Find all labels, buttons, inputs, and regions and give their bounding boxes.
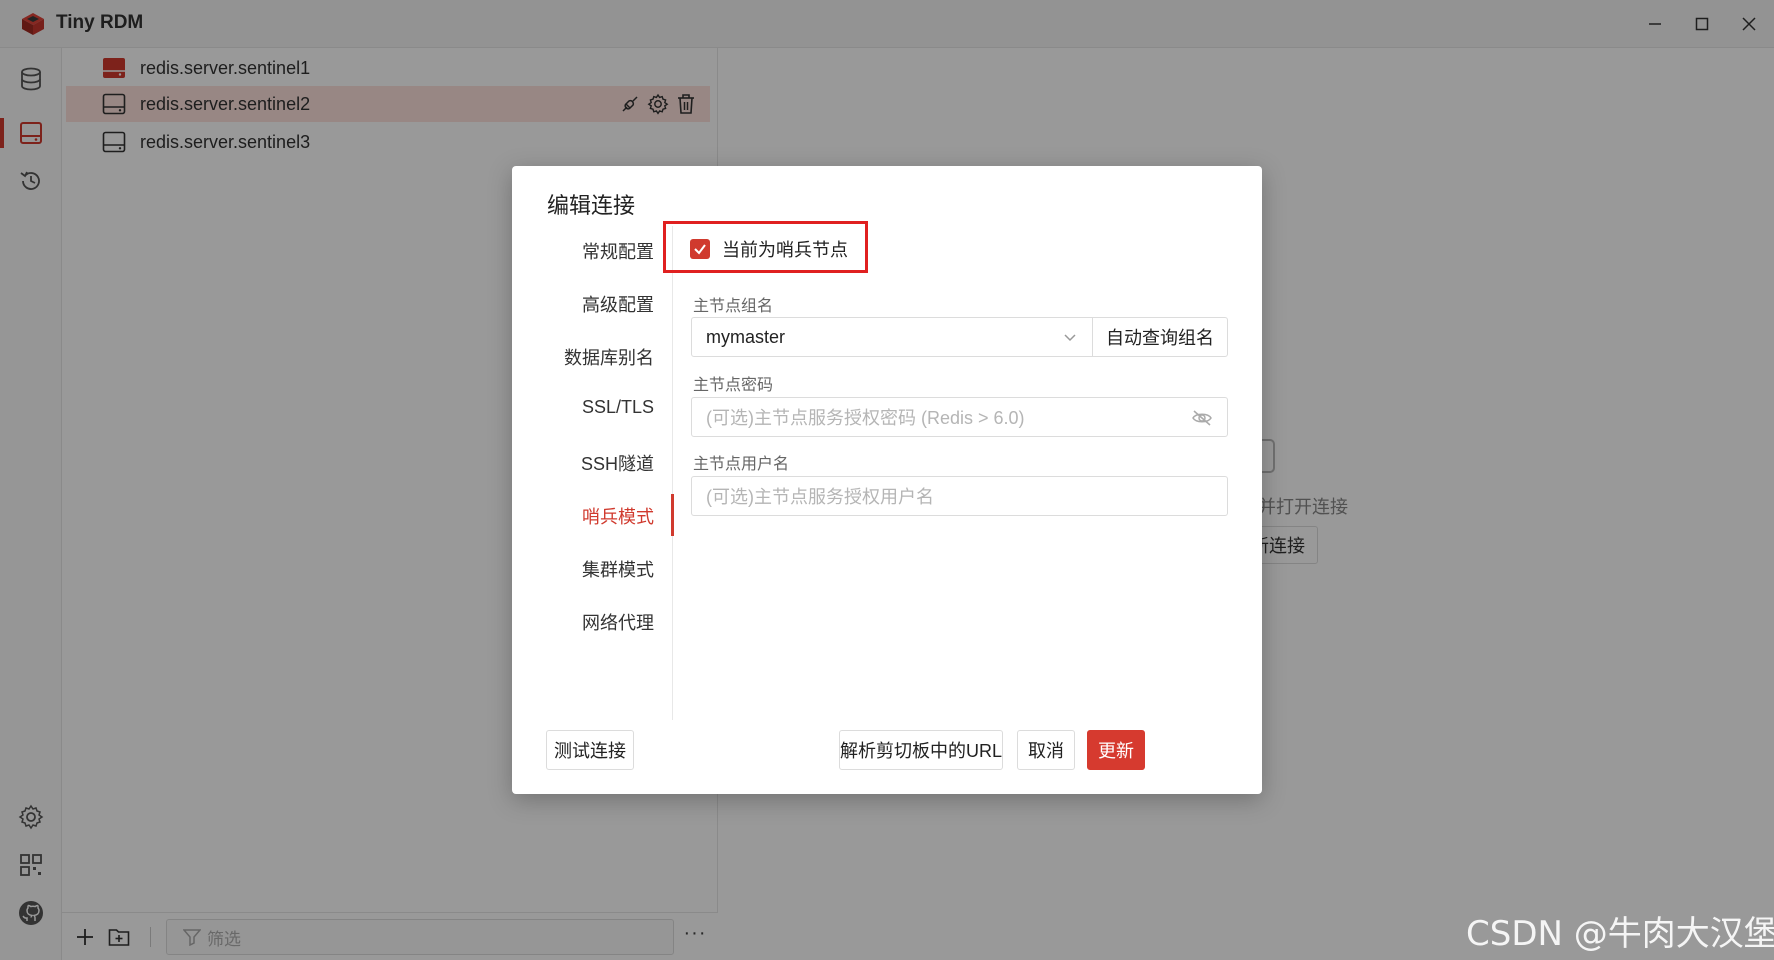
master-password-input[interactable]: (可选)主节点服务授权密码 (Redis > 6.0) bbox=[691, 397, 1228, 437]
eye-off-icon[interactable] bbox=[1191, 408, 1213, 428]
sentinel-checkbox[interactable]: 当前为哨兵节点 bbox=[690, 236, 848, 262]
master-password-label: 主节点密码 bbox=[693, 377, 774, 394]
watermark: CSDN @牛肉大汉堡 bbox=[1466, 914, 1774, 954]
master-group-select[interactable]: mymaster bbox=[691, 317, 1093, 357]
tab-proxy[interactable]: 网络代理 bbox=[582, 609, 654, 635]
master-username-label: 主节点用户名 bbox=[693, 456, 790, 473]
update-button[interactable]: 更新 bbox=[1087, 730, 1145, 770]
tab-advanced[interactable]: 高级配置 bbox=[582, 291, 654, 317]
master-group-value: mymaster bbox=[706, 326, 786, 347]
tab-general[interactable]: 常规配置 bbox=[582, 238, 654, 264]
master-username-placeholder: (可选)主节点服务授权用户名 bbox=[706, 487, 934, 507]
chevron-down-icon bbox=[1064, 334, 1076, 342]
master-username-input[interactable]: (可选)主节点服务授权用户名 bbox=[691, 476, 1228, 516]
tab-ssl[interactable]: SSL/TLS bbox=[582, 397, 654, 418]
active-tab-indicator bbox=[671, 494, 674, 536]
auto-query-group-button[interactable]: 自动查询组名 bbox=[1092, 317, 1228, 357]
tab-sentinel[interactable]: 哨兵模式 bbox=[582, 503, 654, 529]
sentinel-checkbox-label: 当前为哨兵节点 bbox=[722, 240, 848, 260]
test-connection-button[interactable]: 测试连接 bbox=[546, 730, 634, 770]
cancel-button[interactable]: 取消 bbox=[1017, 730, 1075, 770]
master-password-placeholder: (可选)主节点服务授权密码 (Redis > 6.0) bbox=[706, 408, 1025, 428]
tab-cluster[interactable]: 集群模式 bbox=[582, 556, 654, 582]
parse-url-button[interactable]: 解析剪切板中的URL bbox=[839, 730, 1003, 770]
tab-ssh[interactable]: SSH隧道 bbox=[581, 450, 654, 476]
tab-db-alias[interactable]: 数据库别名 bbox=[564, 344, 654, 370]
dialog-title: 编辑连接 bbox=[547, 193, 636, 218]
dialog-tabs: 常规配置 高级配置 数据库别名 SSL/TLS SSH隧道 哨兵模式 集群模式 … bbox=[512, 226, 674, 720]
edit-connection-dialog: 编辑连接 常规配置 高级配置 数据库别名 SSL/TLS SSH隧道 哨兵模式 … bbox=[512, 166, 1262, 794]
master-group-label: 主节点组名 bbox=[693, 298, 774, 315]
checkbox-checked-icon[interactable] bbox=[690, 239, 710, 259]
master-group-field: mymaster 自动查询组名 bbox=[691, 317, 1228, 358]
